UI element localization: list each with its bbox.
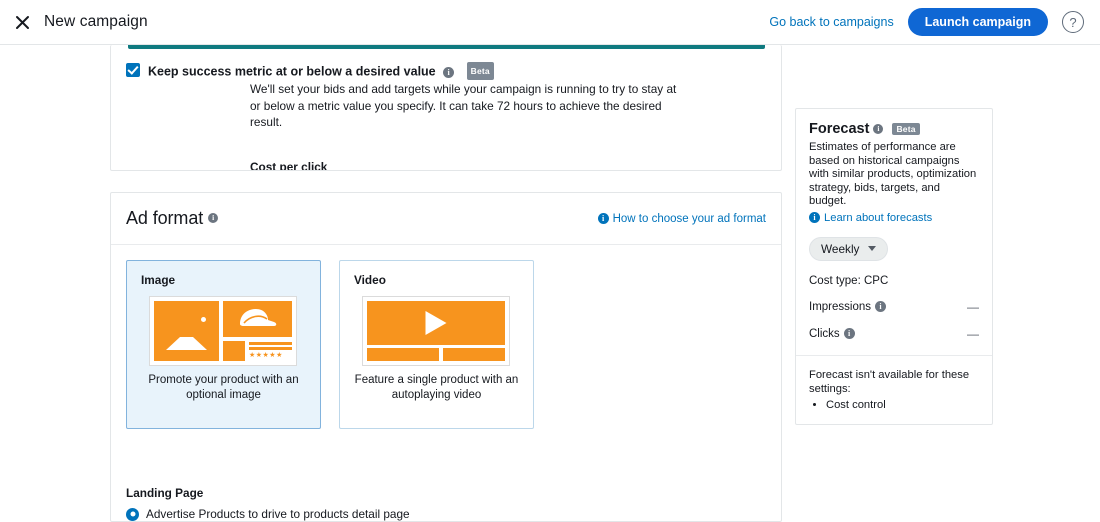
ad-format-option-video-caption: Feature a single product with an autopla…: [354, 373, 519, 403]
how-to-choose-ad-format-link[interactable]: i How to choose your ad format: [598, 213, 766, 225]
help-icon[interactable]: ?: [1062, 11, 1084, 33]
learn-about-forecasts-label: Learn about forecasts: [824, 212, 932, 224]
header-actions: Go back to campaigns Launch campaign ?: [769, 8, 1100, 37]
ad-format-title-text: Ad format: [126, 208, 203, 228]
left-column: Keep success metric at or below a desire…: [110, 45, 782, 171]
learn-about-forecasts-link[interactable]: i Learn about forecasts: [809, 212, 979, 224]
landing-page-option-products-label: Advertise Products to drive to products …: [146, 507, 410, 521]
keep-success-metric-checkbox-row[interactable]: Keep success metric at or below a desire…: [126, 62, 494, 80]
video-play-thumbnail: [362, 296, 510, 366]
info-icon[interactable]: i: [873, 124, 883, 134]
page-body: Keep success metric at or below a desire…: [0, 45, 1100, 506]
star-rating-icon: ★★★★★: [249, 352, 292, 359]
forecast-metric-impressions-label: Impressions: [809, 301, 871, 313]
ad-format-header: Ad format i i How to choose your ad forma…: [111, 193, 781, 245]
keep-success-metric-label: Keep success metric at or below a desire…: [148, 62, 494, 80]
forecast-period-value: Weekly: [821, 242, 859, 256]
forecast-unavailable-text: Forecast isn't available for these setti…: [809, 369, 969, 395]
forecast-title-text: Forecast: [809, 121, 869, 137]
forecast-period-select[interactable]: Weekly: [809, 237, 888, 261]
forecast-metric-impressions: Impressions i —: [809, 300, 979, 314]
close-icon[interactable]: [5, 5, 39, 39]
forecast-metric-impressions-value: —: [967, 300, 979, 314]
bid-optimization-card: Keep success metric at or below a desire…: [110, 45, 782, 171]
ad-format-option-image-caption: Promote your product with an optional im…: [141, 373, 306, 403]
landing-page-title: Landing Page: [126, 486, 410, 500]
ad-format-option-video[interactable]: Video Feature a single product with an a…: [339, 260, 534, 429]
ad-format-option-video-title: Video: [354, 273, 386, 287]
page-title: New campaign: [44, 13, 148, 31]
chevron-down-icon: [868, 246, 876, 251]
ad-format-option-image[interactable]: Image: [126, 260, 321, 429]
info-icon[interactable]: i: [875, 301, 886, 312]
keep-success-metric-checkbox[interactable]: [126, 63, 140, 77]
radio-products-detail-page[interactable]: [126, 508, 139, 521]
forecast-description: Estimates of performance are based on hi…: [809, 141, 979, 209]
ad-format-title: Ad format i: [126, 208, 218, 229]
info-icon-blue: i: [598, 213, 609, 224]
cost-per-click-label: Cost per click: [250, 160, 327, 171]
forecast-metric-clicks-value: —: [967, 327, 979, 341]
go-back-to-campaigns-link[interactable]: Go back to campaigns: [769, 15, 893, 29]
selected-strategy-bar: [128, 45, 765, 49]
info-icon[interactable]: i: [443, 67, 454, 78]
launch-campaign-button[interactable]: Launch campaign: [908, 8, 1048, 37]
list-item: Cost control: [826, 398, 979, 412]
info-icon[interactable]: i: [844, 328, 855, 339]
app-header: New campaign Go back to campaigns Launch…: [0, 0, 1100, 45]
forecast-title: Forecast i Beta: [809, 121, 979, 137]
forecast-unavailable-note: Forecast isn't available for these setti…: [809, 368, 979, 412]
picture-icon: [154, 301, 219, 361]
image-layout-thumbnail: ★★★★★: [149, 296, 297, 366]
forecast-unavailable-list: Cost control: [809, 398, 979, 412]
ad-format-option-image-title: Image: [141, 273, 175, 287]
beta-badge: Beta: [467, 62, 494, 80]
keep-success-metric-text: Keep success metric at or below a desire…: [148, 65, 436, 79]
info-icon-blue: i: [809, 212, 820, 223]
bid-description: We'll set your bids and add targets whil…: [250, 81, 690, 131]
forecast-metric-clicks: Clicks i —: [809, 327, 979, 341]
ad-format-card: Ad format i i How to choose your ad forma…: [110, 192, 782, 522]
play-icon: [426, 311, 447, 335]
cap-icon: [223, 301, 292, 337]
info-icon[interactable]: i: [208, 213, 218, 223]
how-to-choose-ad-format-label: How to choose your ad format: [613, 213, 766, 225]
landing-page-option-products[interactable]: Advertise Products to drive to products …: [126, 507, 410, 521]
forecast-cost-type: Cost type: CPC: [809, 275, 979, 287]
beta-badge: Beta: [892, 123, 919, 135]
landing-page-section: Landing Page Advertise Products to drive…: [126, 486, 410, 522]
ad-format-options: Image: [111, 245, 781, 429]
divider: [796, 355, 992, 356]
forecast-metric-clicks-label: Clicks: [809, 328, 840, 340]
forecast-panel: Forecast i Beta Estimates of performance a…: [795, 108, 993, 425]
